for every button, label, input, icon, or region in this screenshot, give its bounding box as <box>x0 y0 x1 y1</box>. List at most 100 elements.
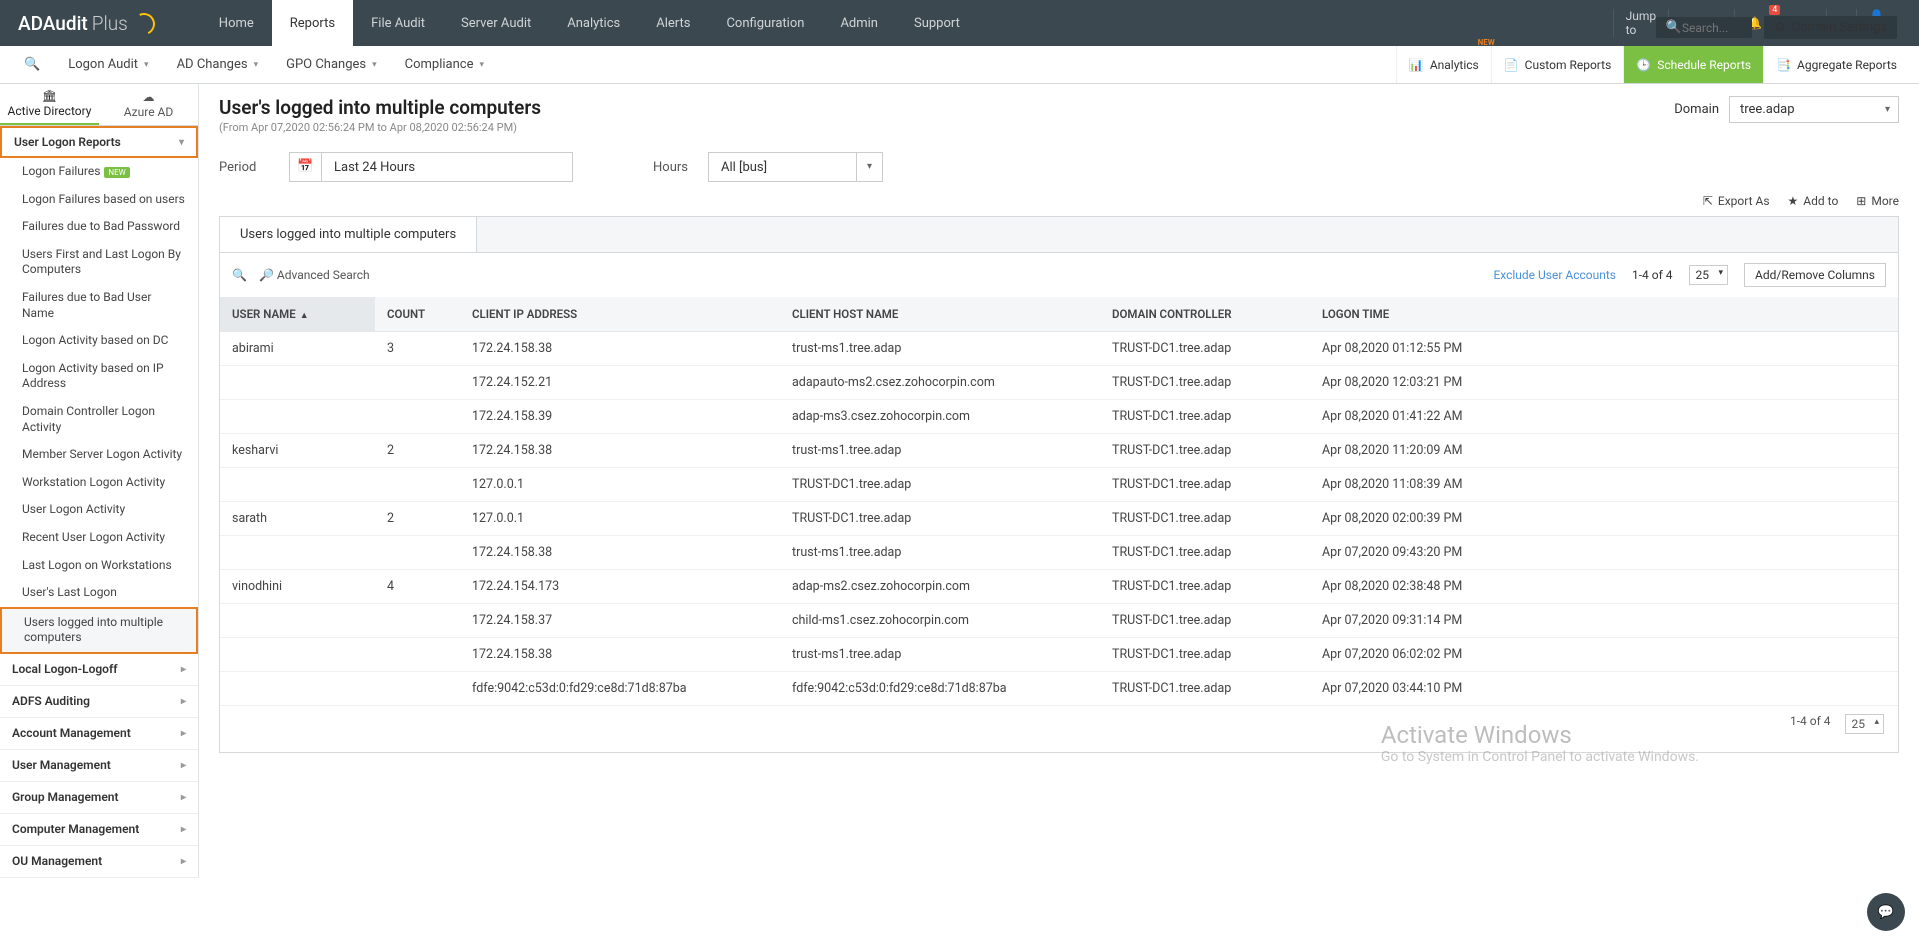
cell-ip: 172.24.158.38 <box>460 536 780 570</box>
aggregate-icon: 📑 <box>1776 58 1791 72</box>
export-as-button[interactable]: ⇱Export As <box>1703 194 1770 208</box>
nav-home[interactable]: Home <box>201 0 272 46</box>
sidebar-section-ou-management[interactable]: OU Management▸ <box>0 846 198 878</box>
subnav-logon-audit[interactable]: Logon Audit ▾ <box>54 46 162 83</box>
custom-reports-button[interactable]: 📄Custom Reports <box>1491 46 1624 83</box>
nav-support[interactable]: Support <box>896 0 978 46</box>
sidebar-section-computer-management[interactable]: Computer Management▸ <box>0 814 198 846</box>
subnav-search-icon[interactable]: 🔍 <box>10 57 54 72</box>
chevron-right-icon: ▸ <box>181 696 186 707</box>
sidebar-section-group-management[interactable]: Group Management▸ <box>0 782 198 814</box>
search-icon[interactable]: 🔍 <box>232 268 247 282</box>
nav-file-audit[interactable]: File Audit <box>353 0 443 46</box>
table-row[interactable]: 172.24.158.38trust-ms1.tree.adapTRUST-DC… <box>220 638 1898 672</box>
add-to-button[interactable]: ★Add to <box>1788 194 1839 208</box>
sidebar-item-recent-user-logon-activity[interactable]: Recent User Logon Activity <box>0 524 198 552</box>
sidebar-item-logon-activity-based-on-dc[interactable]: Logon Activity based on DC <box>0 327 198 355</box>
column-client-host-name[interactable]: CLIENT HOST NAME <box>780 297 1100 332</box>
logo: ADAudit Plus <box>0 12 171 35</box>
chevron-down-icon: ▾ <box>372 60 377 70</box>
page-size-dropdown[interactable]: 25 ▾ <box>1689 265 1729 285</box>
sidebar-item-last-logon-on-workstations[interactable]: Last Logon on Workstations <box>0 552 198 580</box>
nav-configuration[interactable]: Configuration <box>708 0 822 46</box>
sidebar-item-user-logon-activity[interactable]: User Logon Activity <box>0 496 198 524</box>
chevron-right-icon: ▸ <box>181 856 186 867</box>
sidebar-item-logon-activity-based-on-ip-address[interactable]: Logon Activity based on IP Address <box>0 355 198 398</box>
column-count[interactable]: COUNT <box>375 297 460 332</box>
nav-alerts[interactable]: Alerts <box>638 0 708 46</box>
column-user-name[interactable]: USER NAME▲ <box>220 297 375 332</box>
nav-admin[interactable]: Admin <box>822 0 896 46</box>
add-remove-columns-button[interactable]: Add/Remove Columns <box>1744 263 1886 287</box>
hours-dropdown[interactable]: All [bus] ▾ <box>708 152 883 182</box>
sidebar-item-workstation-logon-activity[interactable]: Workstation Logon Activity <box>0 469 198 497</box>
sidebar-section-adfs-auditing[interactable]: ADFS Auditing▸ <box>0 686 198 718</box>
advanced-search-button[interactable]: 🔎 Advanced Search <box>259 268 370 282</box>
chevron-down-icon: ▾ <box>480 60 485 70</box>
search-input[interactable] <box>1682 21 1742 35</box>
sidebar-item-member-server-logon-activity[interactable]: Member Server Logon Activity <box>0 441 198 469</box>
subnav-compliance[interactable]: Compliance ▾ <box>391 46 498 83</box>
table-row[interactable]: 172.24.158.38trust-ms1.tree.adapTRUST-DC… <box>220 536 1898 570</box>
cell-ip: 172.24.158.38 <box>460 332 780 366</box>
sidebar-item-users-logged-into-multiple-computers[interactable]: Users logged into multiple computers <box>0 607 198 654</box>
sidebar-section-local-logon-logoff[interactable]: Local Logon-Logoff▸ <box>0 654 198 686</box>
sidebar-section-user-management[interactable]: User Management▸ <box>0 750 198 782</box>
sidebar-item-failures-due-to-bad-user-name[interactable]: Failures due to Bad User Name <box>0 284 198 327</box>
column-logon-time[interactable]: LOGON TIME <box>1310 297 1898 332</box>
sidebar: 🏛 Active Directory ☁ Azure AD User Logon… <box>0 84 199 878</box>
sidebar-item-logon-failures-based-on-users[interactable]: Logon Failures based on users <box>0 186 198 214</box>
sidebar-section-account-management[interactable]: Account Management▸ <box>0 718 198 750</box>
aggregate-reports-button[interactable]: 📑Aggregate Reports <box>1763 46 1909 83</box>
cell-ip: 172.24.158.39 <box>460 400 780 434</box>
schedule-reports-button[interactable]: 🕒Schedule Reports <box>1623 46 1763 83</box>
table-row[interactable]: fdfe:9042:c53d:0:fd29:ce8d:71d8:87bafdfe… <box>220 672 1898 706</box>
cell-user <box>220 638 375 672</box>
table-row[interactable]: vinodhini4172.24.154.173adap-ms2.csez.zo… <box>220 570 1898 604</box>
domain-settings-button[interactable]: ⚙ Domain Settings <box>1764 16 1897 39</box>
table-row[interactable]: 172.24.152.21adapauto-ms2.csez.zohocorpi… <box>220 366 1898 400</box>
column-domain-controller[interactable]: DOMAIN CONTROLLER <box>1100 297 1310 332</box>
chevron-down-icon: ▾ <box>179 137 184 148</box>
period-selector[interactable]: 📅 Last 24 Hours <box>289 152 573 182</box>
subnav-right: NEW 📊Analytics 📄Custom Reports 🕒Schedule… <box>1396 46 1909 83</box>
nav-analytics[interactable]: Analytics <box>549 0 638 46</box>
chevron-down-icon: ▾ <box>1719 268 1724 278</box>
table-row[interactable]: kesharvi2172.24.158.38trust-ms1.tree.ada… <box>220 434 1898 468</box>
column-client-ip-address[interactable]: CLIENT IP ADDRESS <box>460 297 780 332</box>
cell-count <box>375 366 460 400</box>
table-row[interactable]: 172.24.158.39adap-ms3.csez.zohocorpin.co… <box>220 400 1898 434</box>
page-title: User's logged into multiple computers <box>219 96 541 119</box>
more-button[interactable]: ⊞More <box>1856 194 1899 208</box>
cell-user <box>220 366 375 400</box>
subnav-gpo-changes[interactable]: GPO Changes ▾ <box>272 46 391 83</box>
sidebar-item-failures-due-to-bad-password[interactable]: Failures due to Bad Password <box>0 213 198 241</box>
analytics-button[interactable]: NEW 📊Analytics <box>1396 46 1491 83</box>
nav-server-audit[interactable]: Server Audit <box>443 0 549 46</box>
chat-button[interactable]: 💬 <box>1867 893 1905 931</box>
sidebar-item-users-first-and-last-logon-by-computers[interactable]: Users First and Last Logon By Computers <box>0 241 198 284</box>
table-row[interactable]: 127.0.0.1TRUST-DC1.tree.adapTRUST-DC1.tr… <box>220 468 1898 502</box>
cell-ip: 172.24.152.21 <box>460 366 780 400</box>
sidebar-item-domain-controller-logon-activity[interactable]: Domain Controller Logon Activity <box>0 398 198 441</box>
sidebar-item-user-s-last-logon[interactable]: User's Last Logon <box>0 579 198 607</box>
domain-dropdown[interactable]: tree.adap▾ <box>1729 96 1899 123</box>
sidebar-tab-ad[interactable]: 🏛 Active Directory <box>0 84 99 125</box>
table-row[interactable]: 172.24.158.37child-ms1.csez.zohocorpin.c… <box>220 604 1898 638</box>
cell-user <box>220 400 375 434</box>
sidebar-tab-azure[interactable]: ☁ Azure AD <box>99 84 198 125</box>
sidebar-item-logon-failures[interactable]: Logon FailuresNEW <box>0 158 198 186</box>
chevron-down-icon: ▾ <box>1885 104 1890 115</box>
footer-page-size-dropdown[interactable]: 25 ▴ <box>1845 714 1885 734</box>
domain-label: Domain <box>1674 102 1719 117</box>
table-row[interactable]: abirami3172.24.158.38trust-ms1.tree.adap… <box>220 332 1898 366</box>
subnav-ad-changes[interactable]: AD Changes ▾ <box>163 46 273 83</box>
nav-reports[interactable]: Reports <box>272 0 353 46</box>
global-search[interactable]: 🔍 <box>1656 17 1752 38</box>
calendar-icon[interactable]: 📅 <box>290 152 322 182</box>
exclude-user-accounts-link[interactable]: Exclude User Accounts <box>1493 268 1616 282</box>
sidebar-section-user-logon-reports[interactable]: User Logon Reports▾ <box>0 126 198 158</box>
cell-host: TRUST-DC1.tree.adap <box>780 502 1100 536</box>
tab-users-multiple-computers[interactable]: Users logged into multiple computers <box>220 217 477 252</box>
table-row[interactable]: sarath2127.0.0.1TRUST-DC1.tree.adapTRUST… <box>220 502 1898 536</box>
